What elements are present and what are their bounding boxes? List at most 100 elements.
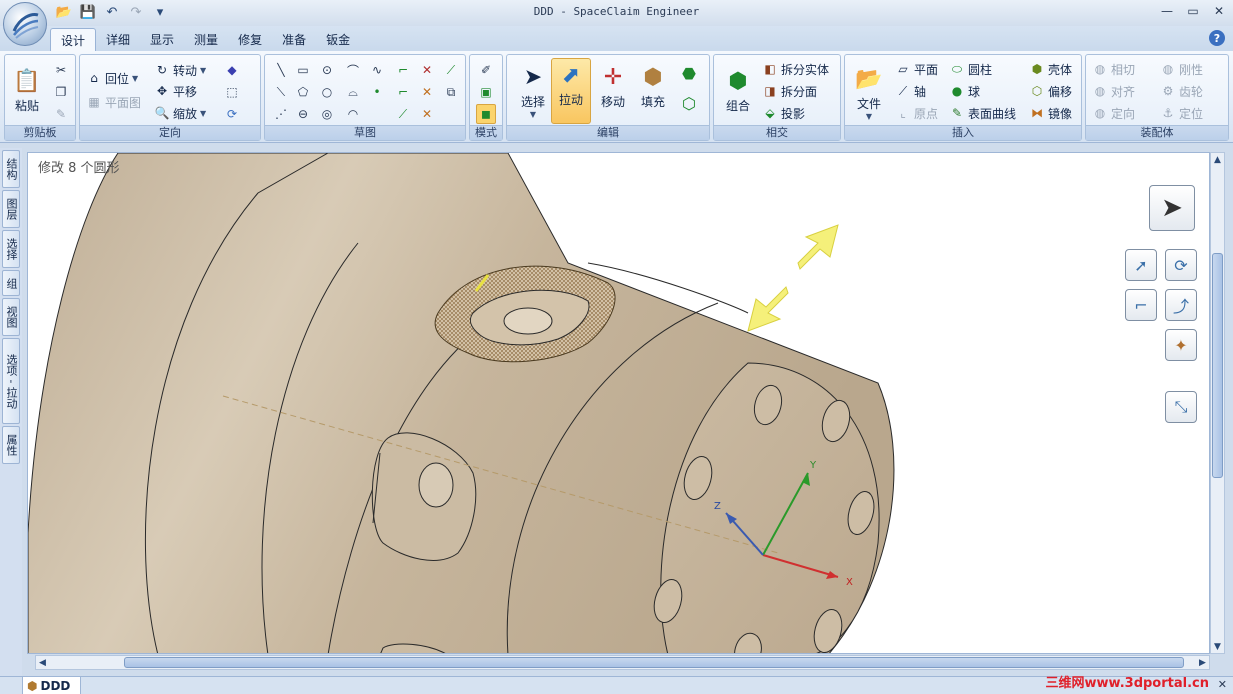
vertical-scroll-thumb[interactable]	[1212, 253, 1223, 478]
up-to-guide[interactable]: ⌐	[1125, 289, 1157, 321]
vertical-scrollbar[interactable]: ▲ ▼	[1210, 152, 1225, 654]
side-tab-layers[interactable]: 图层	[2, 190, 20, 228]
pull-button[interactable]: ⬈ 拉动	[551, 58, 591, 124]
extend-icon[interactable]: ⌐	[393, 82, 413, 102]
axis-button[interactable]: ⟋ 轴	[895, 81, 926, 101]
cylinder-button[interactable]: ⬭ 圆柱	[949, 59, 992, 79]
combine-button[interactable]: ⬢ 组合	[718, 65, 758, 114]
format-painter-icon[interactable]: ✎	[51, 104, 71, 124]
circle-center-icon[interactable]: ⊙	[317, 60, 337, 80]
cut-icon[interactable]: ✂	[51, 60, 71, 80]
help-button[interactable]: ?	[1209, 30, 1225, 46]
copy-icon[interactable]: ❐	[51, 82, 71, 102]
scroll-down-icon[interactable]: ▼	[1211, 640, 1224, 653]
snap-view-icon[interactable]: ⬚	[222, 82, 242, 102]
section-mode-icon[interactable]: ▣	[476, 82, 496, 102]
pull-arrow-handles[interactable]	[747, 224, 839, 332]
anchor-button[interactable]: ⚓ 定位	[1160, 103, 1203, 123]
scale-curve-icon[interactable]: ✕	[417, 104, 437, 124]
arc-icon[interactable]: ⌒	[343, 60, 363, 80]
split-body-button[interactable]: ◧ 拆分实体	[762, 59, 829, 79]
sweep-guide[interactable]: ⤴	[1165, 289, 1197, 321]
pull-arrow-down-icon[interactable]	[747, 286, 789, 332]
move-button[interactable]: ✛ 移动	[593, 61, 633, 110]
project-curve-icon[interactable]: ⧉	[441, 82, 461, 102]
side-tab-views[interactable]: 视图	[2, 298, 20, 336]
scroll-right-icon[interactable]: ▶	[1196, 656, 1209, 669]
sketch-mode-icon[interactable]: ✐	[476, 60, 496, 80]
line-icon[interactable]: ╲	[271, 60, 291, 80]
horizontal-scrollbar[interactable]: ◀ ▶	[35, 655, 1210, 670]
tweak-face-icon[interactable]: ⬡	[679, 93, 699, 113]
revolve-guide[interactable]: ⟳	[1165, 249, 1197, 281]
split-curve-icon[interactable]: ✕	[417, 82, 437, 102]
document-close-icon[interactable]: ✕	[1218, 678, 1227, 691]
tangent-line-icon[interactable]: ⟍	[271, 82, 291, 102]
spin-button[interactable]: ↻ 转动 ▼	[154, 60, 206, 80]
document-tab[interactable]: ⬢ DDD	[22, 677, 82, 694]
close-button[interactable]: ✕	[1211, 3, 1227, 19]
side-tab-selection[interactable]: 选择	[2, 230, 20, 268]
spline-icon[interactable]: ∿	[367, 60, 387, 80]
select-button[interactable]: ➤ 选择 ▼	[513, 61, 553, 120]
trim-icon[interactable]: ✕	[417, 60, 437, 80]
project-button[interactable]: ⬙ 投影	[762, 103, 805, 123]
side-tab-groups[interactable]: 组	[2, 270, 20, 296]
home-button[interactable]: ⌂ 回位 ▼	[86, 68, 138, 88]
align-button[interactable]: ◍ 对齐	[1092, 81, 1135, 101]
three-point-arc-icon[interactable]: ◠	[343, 104, 363, 124]
minimize-button[interactable]: —	[1159, 3, 1175, 19]
side-tab-options-pull[interactable]: 选项 - 拉动	[2, 338, 20, 424]
gear-button[interactable]: ⚙ 齿轮	[1160, 81, 1203, 101]
sphere-button[interactable]: ● 球	[949, 81, 980, 101]
scale-body-guide[interactable]: ✦	[1165, 329, 1197, 361]
horizontal-scroll-thumb[interactable]	[124, 657, 1184, 668]
tab-display[interactable]: 显示	[140, 28, 184, 51]
surface-curve-button[interactable]: ✎ 表面曲线	[949, 103, 1016, 123]
rotate-view-icon[interactable]: ⟳	[222, 104, 242, 124]
shell-button[interactable]: ⬢ 壳体	[1029, 59, 1072, 79]
view-cube-icon[interactable]: ◆	[222, 60, 242, 80]
pan-button[interactable]: ✥ 平移	[154, 81, 197, 101]
rigid-button[interactable]: ◍ 刚性	[1160, 59, 1203, 79]
tab-prepare[interactable]: 准备	[272, 28, 316, 51]
paste-button[interactable]: 📋 粘贴	[9, 65, 45, 114]
slot-icon[interactable]: ⊖	[293, 104, 313, 124]
tangent-arc-icon[interactable]: ⌓	[343, 82, 363, 102]
offset-button[interactable]: ⬡ 偏移	[1029, 81, 1072, 101]
maximize-button[interactable]: ▭	[1185, 3, 1201, 19]
side-tab-properties[interactable]: 属性	[2, 426, 20, 464]
3d-viewport[interactable]: 修改 8 个圆形 X Y Z ➤ ➚ ⟳ ⌐ ⤴ ✦ ⤡	[27, 152, 1210, 654]
plane-button[interactable]: ▱ 平面	[895, 59, 938, 79]
ellipse-icon[interactable]: ◎	[317, 104, 337, 124]
plan-view-button[interactable]: ▦ 平面图	[86, 92, 141, 112]
side-tab-structure[interactable]: 结构	[2, 150, 20, 188]
tab-design[interactable]: 设计	[50, 28, 97, 51]
tangent-button[interactable]: ◍ 相切	[1092, 59, 1135, 79]
rectangle-icon[interactable]: ▭	[293, 60, 313, 80]
circle-icon[interactable]: ○	[317, 82, 337, 102]
blend-icon[interactable]: ⬣	[679, 63, 699, 83]
construction-line-icon[interactable]: ⋰	[271, 104, 291, 124]
tab-detail[interactable]: 详细	[96, 28, 140, 51]
fill-button[interactable]: ⬢ 填充	[633, 61, 673, 110]
select-tool-guide[interactable]: ➤	[1149, 185, 1195, 231]
point-icon[interactable]: •	[367, 82, 387, 102]
tab-sheet-metal[interactable]: 钣金	[316, 28, 360, 51]
tab-repair[interactable]: 修复	[228, 28, 272, 51]
orient-constraint-button[interactable]: ◍ 定向	[1092, 103, 1135, 123]
file-button[interactable]: 📂 文件 ▼	[849, 63, 889, 122]
application-button[interactable]	[3, 2, 47, 46]
polygon-icon[interactable]: ⬠	[293, 82, 313, 102]
3d-mode-icon[interactable]: ◼	[476, 104, 496, 124]
pull-arrow-up-icon[interactable]	[797, 224, 839, 270]
zoom-button[interactable]: 🔍 缩放 ▼	[154, 103, 207, 123]
full-pull-guide[interactable]: ⤡	[1165, 391, 1197, 423]
origin-button[interactable]: ⌞ 原点	[895, 103, 938, 123]
mirror-button[interactable]: ⧓ 镜像	[1029, 103, 1072, 123]
split-face-button[interactable]: ◨ 拆分面	[762, 81, 817, 101]
bend-icon[interactable]: ⟋	[393, 104, 413, 124]
tab-measure[interactable]: 测量	[184, 28, 228, 51]
offset-curve-icon[interactable]: ⟋	[441, 60, 461, 80]
direction-guide[interactable]: ➚	[1125, 249, 1157, 281]
